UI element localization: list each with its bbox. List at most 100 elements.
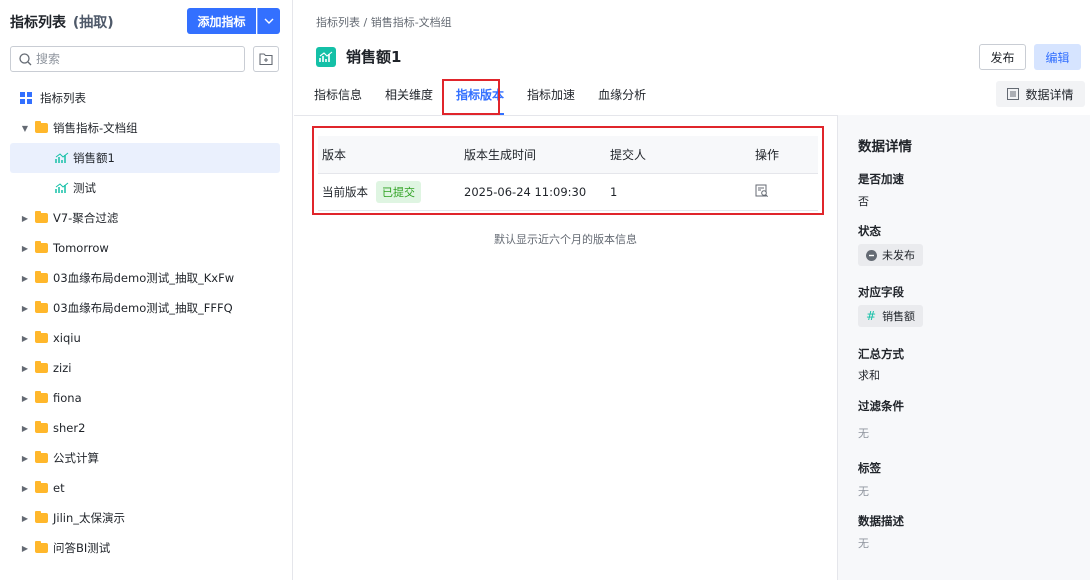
tree-folder[interactable]: ▶ 公式计算 xyxy=(10,443,280,473)
sidebar-header: 指标列表 (抽取) 添加指标 xyxy=(10,8,280,36)
header-version: 版本 xyxy=(322,148,347,162)
tree-folder[interactable]: ▶ fiona xyxy=(10,383,280,413)
tree-item-label: 销售额1 xyxy=(73,151,115,165)
folder-icon xyxy=(35,481,48,493)
table-row: 当前版本 已提交 2025-06-24 11:09:30 1 xyxy=(318,174,818,211)
tree-folder[interactable]: ▶ zizi xyxy=(10,353,280,383)
cell-version: 当前版本 已提交 xyxy=(318,181,464,203)
search-box[interactable] xyxy=(10,46,245,72)
tree-folder[interactable]: ▶ xiqiu xyxy=(10,323,280,353)
tab-metric-info[interactable]: 指标信息 xyxy=(314,80,362,115)
agg-label: 汇总方式 xyxy=(858,347,904,361)
caret-right-icon[interactable]: ▶ xyxy=(20,334,30,343)
caret-right-icon[interactable]: ▶ xyxy=(20,274,30,283)
publish-button[interactable]: 发布 xyxy=(979,44,1026,70)
version-table: 版本 版本生成时间 提交人 操作 当前版本 已提交 2025-06-24 11:… xyxy=(318,136,818,211)
status-badge: 已提交 xyxy=(376,181,421,203)
data-detail-label: 数据详情 xyxy=(1025,87,1074,102)
tree-root[interactable]: 指标列表 xyxy=(10,83,280,113)
tree-folder[interactable]: ▶ Jilin_太保演示 xyxy=(10,503,280,533)
breadcrumb[interactable]: 指标列表 / 销售指标-文档组 xyxy=(316,14,452,30)
tree-folder[interactable]: ▶ et xyxy=(10,473,280,503)
folder-icon xyxy=(35,241,48,253)
tag-label: 标签 xyxy=(858,461,881,475)
caret-right-icon[interactable]: ▶ xyxy=(20,424,30,433)
status-label: 状态 xyxy=(858,224,881,238)
tabs-divider xyxy=(294,115,837,116)
caret-right-icon[interactable]: ▶ xyxy=(20,544,30,553)
tree-metric[interactable]: 测试 xyxy=(10,173,280,203)
tree-folder[interactable]: ▶ 03血缘布局demo测试_抽取_FFFQ xyxy=(10,293,280,323)
folder-icon xyxy=(35,391,48,403)
data-detail-button[interactable]: 数据详情 xyxy=(996,81,1085,107)
folder-icon xyxy=(35,271,48,283)
tree-item-label: 问答BI测试 xyxy=(53,541,111,555)
filter-label: 过滤条件 xyxy=(858,399,904,413)
version-label: 当前版本 xyxy=(322,185,368,199)
add-metric-button[interactable]: 添加指标 xyxy=(187,8,256,34)
tree-item-label: sher2 xyxy=(53,421,86,435)
sidebar: 指标列表 (抽取) 添加指标 指标列表 ▼ 销售指标-文档组销售额1 测试 ▶ V7-聚… xyxy=(0,0,293,580)
caret-right-icon[interactable]: ▶ xyxy=(20,304,30,313)
detail-panel: 数据详情 是否加速 否 状态 未发布 对应字段 # 销售额 汇总方式 求和 过滤… xyxy=(837,115,1090,580)
folder-icon xyxy=(35,511,48,523)
desc-value: 无 xyxy=(858,537,869,550)
version-table-highlight: 版本 版本生成时间 提交人 操作 当前版本 已提交 2025-06-24 11:… xyxy=(312,126,824,215)
cell-actions xyxy=(755,184,818,201)
main-panel: 指标列表 / 销售指标-文档组 销售额1 发布 编辑 指标信息 相关维度 指标版… xyxy=(294,0,1090,580)
tree-item-label: Jilin_太保演示 xyxy=(53,511,126,525)
view-details-icon[interactable] xyxy=(755,184,769,198)
tree-folder[interactable]: ▶ V7-聚合过滤 xyxy=(10,203,280,233)
tree-metric[interactable]: 销售额1 xyxy=(10,143,280,173)
title-row: 销售额1 xyxy=(316,46,401,67)
metric-icon xyxy=(55,152,69,163)
minus-circle-icon xyxy=(866,249,877,261)
tree-item-label: V7-聚合过滤 xyxy=(53,211,119,225)
search-icon xyxy=(19,52,32,65)
edit-button[interactable]: 编辑 xyxy=(1034,44,1081,70)
tree-folder[interactable]: ▼ 销售指标-文档组 xyxy=(10,113,280,143)
header-time: 版本生成时间 xyxy=(464,148,537,162)
header-submitter: 提交人 xyxy=(610,148,647,162)
new-folder-button[interactable] xyxy=(253,46,279,72)
tree-item-label: fiona xyxy=(53,391,82,405)
add-metric-dropdown[interactable] xyxy=(257,8,280,34)
version-note: 默认显示近六个月的版本信息 xyxy=(494,233,637,246)
cell-time: 2025-06-24 11:09:30 xyxy=(464,185,587,199)
accelerated-value: 否 xyxy=(858,195,869,208)
tree-folder[interactable]: ▶ 问答BI测试 xyxy=(10,533,280,563)
tree-item-label: zizi xyxy=(53,361,72,375)
caret-right-icon[interactable]: ▶ xyxy=(20,364,30,373)
caret-right-icon[interactable]: ▶ xyxy=(20,394,30,403)
tree-folder[interactable]: ▶ 03血缘布局demo测试_抽取_KxFw xyxy=(10,263,280,293)
tab-lineage-analysis[interactable]: 血缘分析 xyxy=(598,80,646,115)
tree-item-label: Tomorrow xyxy=(53,241,109,255)
search-input[interactable] xyxy=(36,52,226,66)
sidebar-title: 指标列表 (抽取) xyxy=(10,15,114,31)
caret-right-icon[interactable]: ▶ xyxy=(20,484,30,493)
chevron-down-icon xyxy=(264,18,274,24)
folder-icon xyxy=(35,121,48,133)
folder-icon xyxy=(35,211,48,223)
status-tag: 未发布 xyxy=(858,244,923,266)
caret-right-icon[interactable]: ▶ xyxy=(20,214,30,223)
tab-related-dimensions[interactable]: 相关维度 xyxy=(385,80,433,115)
tree-item-label: et xyxy=(53,481,65,495)
tree-item-label: 公式计算 xyxy=(53,451,99,465)
hash-icon: # xyxy=(866,309,877,323)
caret-right-icon[interactable]: ▶ xyxy=(20,454,30,463)
tree-item-label: 销售指标-文档组 xyxy=(53,121,138,135)
field-label: 对应字段 xyxy=(858,285,904,299)
tree-folder[interactable]: ▶ Tomorrow xyxy=(10,233,280,263)
caret-down-icon[interactable]: ▼ xyxy=(20,124,30,133)
caret-right-icon[interactable]: ▶ xyxy=(20,514,30,523)
tree-root-label: 指标列表 xyxy=(40,91,86,105)
page-title: 销售额1 xyxy=(346,48,402,66)
grid-icon xyxy=(20,92,32,104)
tab-highlight-box xyxy=(442,79,500,115)
tab-metric-acceleration[interactable]: 指标加速 xyxy=(527,80,575,115)
tree-item-label: 03血缘布局demo测试_抽取_KxFw xyxy=(53,271,235,285)
caret-right-icon[interactable]: ▶ xyxy=(20,244,30,253)
tree-folder[interactable]: ▶ sher2 xyxy=(10,413,280,443)
folder-icon xyxy=(35,301,48,313)
